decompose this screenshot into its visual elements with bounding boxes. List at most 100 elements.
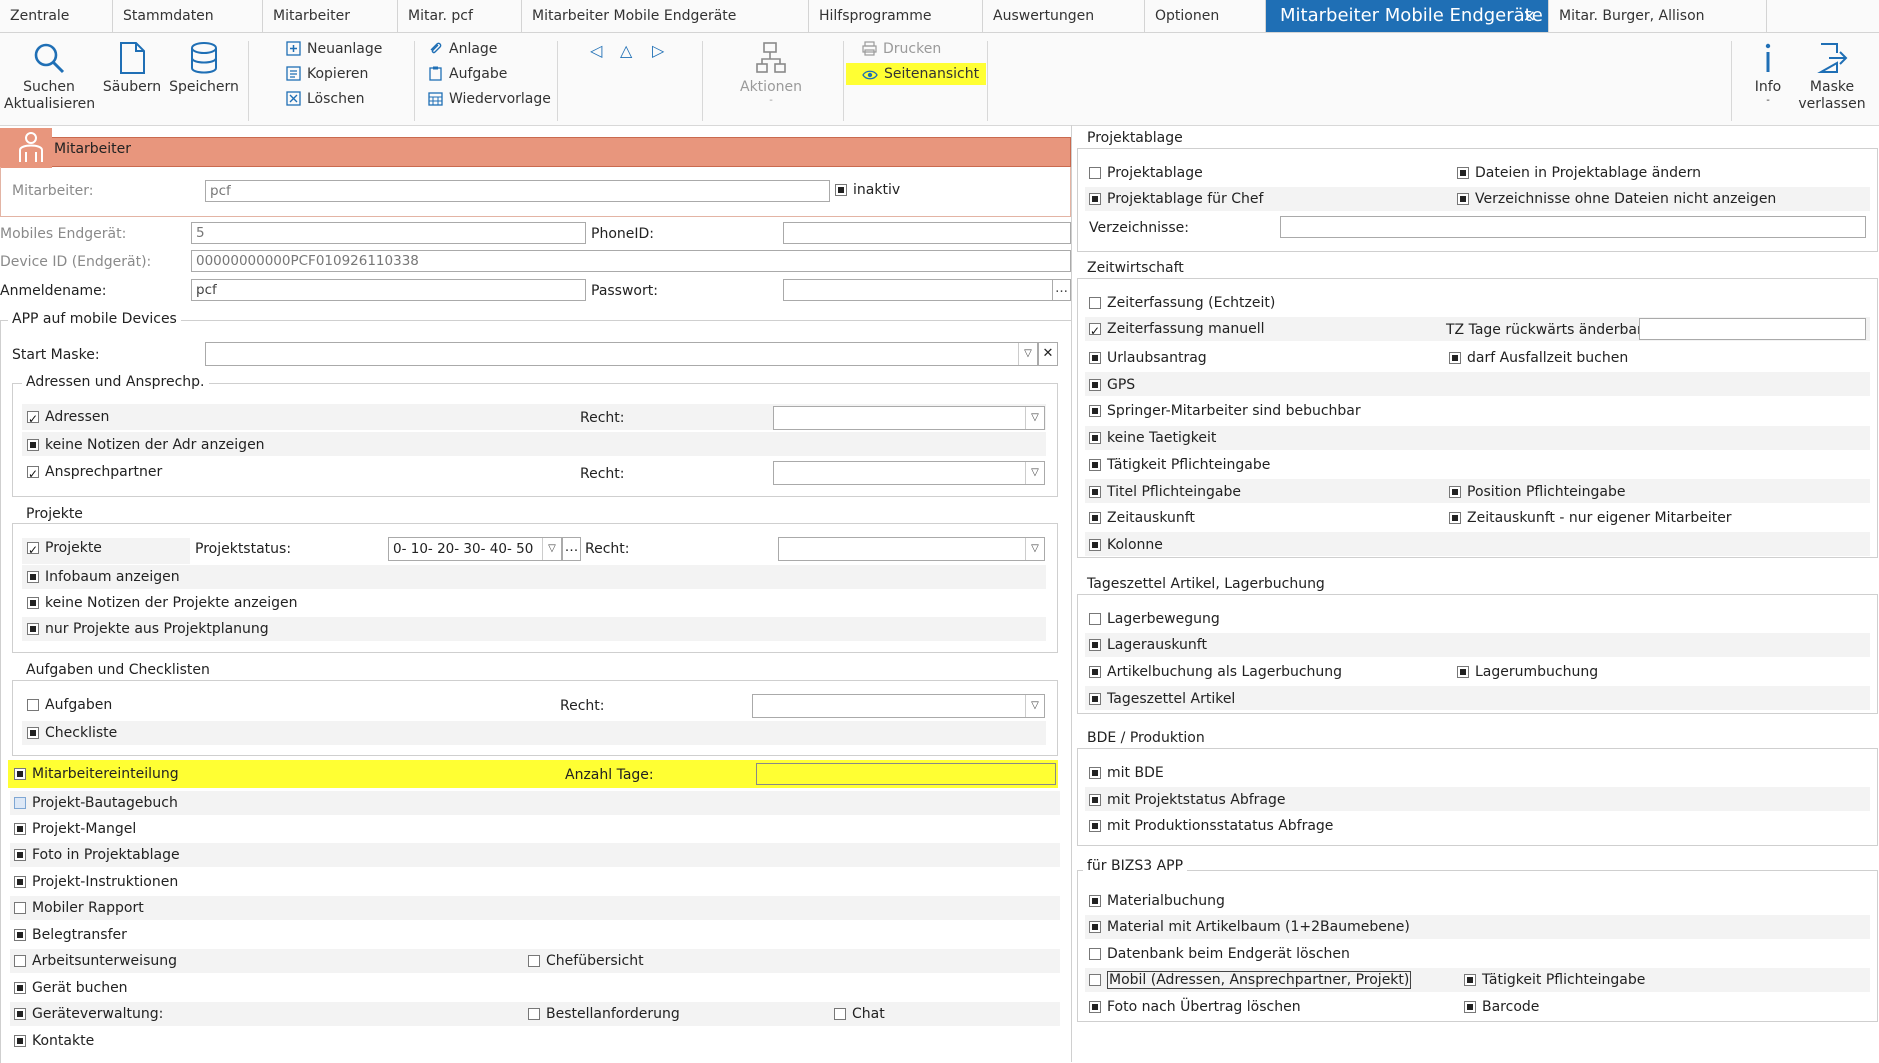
leave-mask-button[interactable]: Maske verlassen [1796, 35, 1868, 113]
time-manual-checkbox[interactable]: Zeiterfassung manuell [1089, 318, 1265, 342]
time-realtime-checkbox[interactable]: Zeiterfassung (Echtzeit) [1089, 292, 1275, 314]
tab-mitar-pcf[interactable]: Mitar. pcf [398, 0, 522, 32]
gps-checkbox[interactable]: GPS [1089, 374, 1135, 396]
projects-checkbox[interactable]: Projekte [27, 537, 102, 561]
activity-required-checkbox[interactable]: Tätigkeit Pflichteingabe [1089, 454, 1270, 476]
no-activity-checkbox[interactable]: keine Taetigkeit [1089, 427, 1216, 449]
nav-prev-icon[interactable]: ◁ [590, 41, 602, 60]
stock-movement-checkbox[interactable]: Lagerbewegung [1089, 608, 1220, 630]
contact-persons-checkbox[interactable]: Ansprechpartner [27, 461, 162, 485]
only-planning-checkbox[interactable]: nur Projekte aus Projektplanung [27, 618, 269, 640]
print-button[interactable]: Drucken [862, 38, 941, 60]
tasks-checkbox[interactable]: Aufgaben [27, 694, 112, 716]
staff-assignment-checkbox[interactable]: Mitarbeitereinteilung [14, 763, 179, 785]
password-ellipsis-button[interactable]: ... [1052, 279, 1071, 301]
addresses-checkbox[interactable]: Adressen [27, 406, 109, 430]
production-status-query-checkbox[interactable]: mit Produktionsstatatus Abfrage [1089, 815, 1333, 837]
order-request-checkbox[interactable]: Bestellanforderung [528, 1003, 680, 1025]
device-id-field[interactable]: 00000000000PCF010926110338 [191, 250, 1071, 272]
photo-delete-checkbox[interactable]: Foto nach Übertrag löschen [1089, 996, 1301, 1018]
info-button[interactable]: Info - [1738, 35, 1798, 106]
login-name-field[interactable]: pcf [191, 279, 586, 301]
position-required-checkbox[interactable]: Position Pflichteingabe [1449, 481, 1626, 503]
infotree-checkbox[interactable]: Infobaum anzeigen [27, 566, 180, 588]
nav-next-icon[interactable]: ▷ [652, 41, 664, 60]
project-status-ellipsis-button[interactable]: … [562, 537, 581, 561]
tab-active-mitarbeiter-mobile-endgeraete[interactable]: Mitarbeiter Mobile Endgeräte × [1266, 0, 1549, 32]
barcode-checkbox[interactable]: Barcode [1464, 996, 1539, 1018]
work-instruction-checkbox[interactable]: Arbeitsunterweisung [14, 950, 177, 972]
copy-button[interactable]: Kopieren [286, 63, 368, 85]
task-button[interactable]: Aufgabe [428, 63, 507, 85]
addresses-right-dropdown[interactable]: ▽ [773, 406, 1045, 430]
project-status-query-checkbox[interactable]: mit Projektstatus Abfrage [1089, 789, 1285, 811]
phoneid-field[interactable] [783, 222, 1071, 244]
tab-hilfsprogramme[interactable]: Hilfsprogramme [809, 0, 983, 32]
boss-overview-checkbox[interactable]: Chefübersicht [528, 950, 644, 972]
tab-mitarbeiter[interactable]: Mitarbeiter [263, 0, 398, 32]
stock-info-checkbox[interactable]: Lagerauskunft [1089, 634, 1207, 656]
contact-persons-right-dropdown[interactable]: ▽ [773, 461, 1045, 485]
book-device-checkbox[interactable]: Gerät buchen [14, 977, 128, 999]
time-info-own-checkbox[interactable]: Zeitauskunft - nur eigener Mitarbeiter [1449, 507, 1732, 529]
attachment-button[interactable]: Anlage [428, 38, 497, 60]
clean-button[interactable]: Säubern [100, 35, 164, 96]
tz-days-field[interactable] [1639, 318, 1866, 340]
close-icon[interactable]: × [1523, 0, 1536, 32]
page-view-button[interactable]: Seitenansicht [846, 63, 986, 85]
delete-button[interactable]: Löschen [286, 88, 364, 110]
construction-diary-checkbox[interactable]: Projekt-Bautagebuch [14, 792, 178, 814]
delete-db-checkbox[interactable]: Datenbank beim Endgerät löschen [1089, 943, 1350, 965]
tab-stammdaten[interactable]: Stammdaten [113, 0, 263, 32]
project-status-dropdown[interactable]: 0- 10- 20- 30- 40- 50 ▽ [388, 537, 562, 561]
defects-checkbox[interactable]: Projekt-Mangel [14, 818, 136, 840]
activity-required2-checkbox[interactable]: Tätigkeit Pflichteingabe [1464, 969, 1645, 991]
mobile-addr-checkbox[interactable]: Mobil (Adressen, Ansprechpartner, Projek… [1089, 969, 1412, 991]
tab-auswertungen[interactable]: Auswertungen [983, 0, 1145, 32]
vacation-checkbox[interactable]: Urlaubsantrag [1089, 347, 1207, 369]
mobile-report-checkbox[interactable]: Mobiler Rapport [14, 897, 144, 919]
with-bde-checkbox[interactable]: mit BDE [1089, 762, 1164, 784]
password-field[interactable] [783, 279, 1053, 301]
tab-mitarbeiter-mobile-endgeraete[interactable]: Mitarbeiter Mobile Endgeräte [522, 0, 809, 32]
directories-field[interactable] [1280, 216, 1866, 238]
tasks-right-dropdown[interactable]: ▽ [752, 694, 1045, 718]
tab-zentrale[interactable]: Zentrale [0, 0, 113, 32]
storage-boss-checkbox[interactable]: Projektablage für Chef [1089, 188, 1263, 210]
checklist-checkbox[interactable]: Checkliste [27, 722, 117, 744]
nav-up-icon[interactable]: △ [620, 41, 632, 60]
no-notes-proj-checkbox[interactable]: keine Notizen der Projekte anzeigen [27, 592, 298, 614]
daily-article-checkbox[interactable]: Tageszettel Artikel [1089, 688, 1235, 710]
contacts-checkbox[interactable]: Kontakte [14, 1030, 94, 1052]
change-files-checkbox[interactable]: Dateien in Projektablage ändern [1457, 162, 1701, 184]
restock-checkbox[interactable]: Lagerumbuchung [1457, 661, 1598, 683]
days-count-field[interactable] [756, 763, 1056, 785]
mobile-device-field[interactable]: 5 [191, 222, 586, 244]
employee-field[interactable]: pcf [205, 180, 830, 202]
tab-mitar-burger[interactable]: Mitar. Burger, Allison [1549, 0, 1767, 32]
actions-button[interactable]: Aktionen - [735, 35, 807, 106]
new-button[interactable]: Neuanlage [286, 38, 382, 60]
storage-checkbox[interactable]: Projektablage [1089, 162, 1203, 184]
material-tree-checkbox[interactable]: Material mit Artikelbaum (1+2Baumebene) [1089, 916, 1410, 938]
start-mask-dropdown[interactable]: ▽ [205, 342, 1038, 366]
article-booking-checkbox[interactable]: Artikelbuchung als Lagerbuchung [1089, 661, 1342, 683]
resubmission-button[interactable]: Wiedervorlage [428, 88, 551, 110]
jumper-checkbox[interactable]: Springer-Mitarbeiter sind bebuchbar [1089, 400, 1361, 422]
start-mask-clear-button[interactable]: ✕ [1038, 342, 1058, 366]
title-required-checkbox[interactable]: Titel Pflichteingabe [1089, 481, 1241, 503]
time-info-checkbox[interactable]: Zeitauskunft [1089, 507, 1195, 529]
doc-transfer-checkbox[interactable]: Belegtransfer [14, 924, 127, 946]
photo-storage-checkbox[interactable]: Foto in Projektablage [14, 844, 180, 866]
projects-right-dropdown[interactable]: ▽ [778, 537, 1045, 561]
column-checkbox[interactable]: Kolonne [1089, 534, 1163, 556]
material-booking-checkbox[interactable]: Materialbuchung [1089, 890, 1225, 912]
chat-checkbox[interactable]: Chat [834, 1003, 885, 1025]
hide-empty-dirs-checkbox[interactable]: Verzeichnisse ohne Dateien nicht anzeige… [1457, 188, 1776, 210]
no-notes-addr-checkbox[interactable]: keine Notizen der Adr anzeigen [27, 434, 265, 456]
instructions-checkbox[interactable]: Projekt-Instruktionen [14, 871, 178, 893]
device-admin-checkbox[interactable]: Geräteverwaltung: [14, 1003, 163, 1025]
tab-optionen[interactable]: Optionen [1145, 0, 1266, 32]
inactive-checkbox[interactable]: inaktiv [835, 179, 900, 201]
save-button[interactable]: Speichern [168, 35, 240, 96]
